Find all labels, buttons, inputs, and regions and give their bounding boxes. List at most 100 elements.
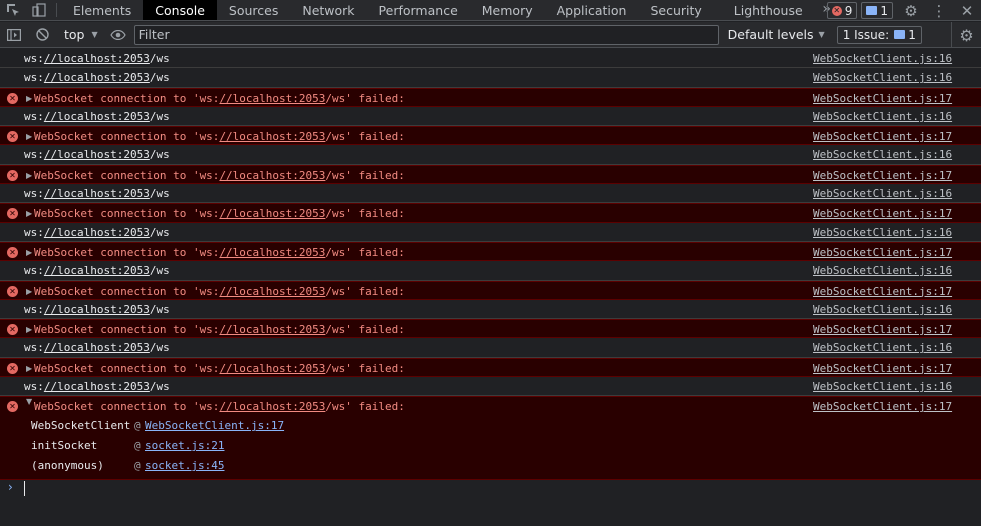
at-symbol: @ [134, 439, 141, 453]
clear-console-icon[interactable] [28, 22, 56, 48]
source-link[interactable]: WebSocketClient.js:16 [813, 184, 952, 203]
error-message: WebSocket connection to 'ws://localhost:… [34, 243, 405, 262]
tab-security[interactable]: Security [638, 0, 713, 20]
frame-source-link[interactable]: socket.js:21 [145, 436, 224, 456]
frame-source-link[interactable]: WebSocketClient.js:17 [145, 416, 284, 436]
sidebar-toggle-icon[interactable] [0, 22, 28, 48]
tab-console[interactable]: Console [143, 0, 217, 20]
ws-url-link[interactable]: //localhost:2053 [44, 148, 150, 161]
ws-url-link[interactable]: //localhost:2053 [219, 400, 325, 413]
source-link[interactable]: WebSocketClient.js:16 [813, 68, 952, 87]
ws-url-link[interactable]: //localhost:2053 [219, 130, 325, 143]
ws-url-link[interactable]: //localhost:2053 [219, 323, 325, 336]
error-icon: ✕ [7, 131, 18, 143]
error-suffix: /ws' failed: [325, 284, 405, 298]
expand-triangle-icon[interactable]: ▶ [26, 204, 32, 223]
console-error-row[interactable]: ✕ ▶ WebSocket connection to 'ws://localhos… [0, 280, 981, 301]
tab-sources[interactable]: Sources [217, 0, 290, 20]
source-link[interactable]: WebSocketClient.js:17 [813, 320, 952, 339]
console-error-row[interactable]: ✕ ▶ WebSocket connection to 'ws://localhos… [0, 126, 981, 146]
ws-url-link[interactable]: //localhost:2053 [44, 380, 150, 393]
ws-url-link[interactable]: //localhost:2053 [219, 169, 325, 182]
ws-url-link[interactable]: //localhost:2053 [44, 264, 150, 277]
console-settings-gear-icon[interactable]: ⚙ [951, 22, 981, 48]
source-link[interactable]: WebSocketClient.js:16 [813, 377, 952, 396]
ws-url-link[interactable]: //localhost:2053 [219, 92, 325, 105]
console-error-row[interactable]: ✕ ▶ WebSocket connection to 'ws://localhos… [0, 203, 981, 223]
console-error-row[interactable]: ✕ ▶ WebSocket connection to 'ws://localhos… [0, 319, 981, 339]
source-link[interactable]: WebSocketClient.js:17 [813, 127, 952, 146]
source-link[interactable]: WebSocketClient.js:17 [813, 282, 952, 301]
tab-lighthouse[interactable]: Lighthouse [714, 0, 815, 20]
source-link[interactable]: WebSocketClient.js:16 [813, 223, 952, 242]
source-link[interactable]: WebSocketClient.js:17 [813, 243, 952, 262]
error-prefix: WebSocket connection to 'ws: [34, 323, 220, 337]
device-toolbar-icon[interactable] [26, 0, 52, 20]
error-message: WebSocket connection to 'ws://localhost:… [34, 282, 405, 301]
error-prefix: WebSocket connection to 'ws: [34, 168, 220, 182]
tab-application[interactable]: Application [545, 0, 639, 20]
error-message: WebSocket connection to 'ws://localhost:… [34, 166, 405, 185]
tab-network[interactable]: Network [290, 0, 366, 20]
error-message: WebSocket connection to 'ws://localhost:… [34, 397, 405, 416]
message-icon [866, 6, 878, 15]
settings-gear-icon[interactable]: ⚙ [897, 0, 925, 21]
tab-memory[interactable]: Memory [470, 0, 545, 20]
expand-triangle-icon[interactable]: ▶ [26, 89, 32, 108]
close-devtools-icon[interactable]: ✕ [953, 0, 981, 21]
console-error-row[interactable]: ✕ ▶ WebSocket connection to 'ws://localhos… [0, 241, 981, 262]
ws-url-link[interactable]: //localhost:2053 [219, 207, 325, 220]
ws-url-link[interactable]: //localhost:2053 [44, 71, 150, 84]
expand-triangle-icon[interactable]: ▶ [26, 320, 32, 339]
live-expression-eye-icon[interactable] [104, 22, 132, 48]
ws-url-link[interactable]: //localhost:2053 [44, 110, 150, 123]
source-link[interactable]: WebSocketClient.js:16 [813, 261, 952, 280]
ws-url-link[interactable]: //localhost:2053 [219, 246, 325, 259]
source-link[interactable]: WebSocketClient.js:16 [813, 300, 952, 319]
ws-url-link[interactable]: //localhost:2053 [44, 303, 150, 316]
expand-triangle-icon[interactable]: ▶ [26, 243, 32, 262]
source-link[interactable]: WebSocketClient.js:16 [813, 107, 952, 126]
log-levels-label: Default levels [727, 27, 814, 42]
ws-url-link[interactable]: //localhost:2053 [44, 52, 150, 65]
ws-url-link[interactable]: //localhost:2053 [219, 362, 325, 375]
kebab-menu-icon[interactable]: ⋮ [925, 0, 953, 21]
ws-url-link[interactable]: //localhost:2053 [44, 187, 150, 200]
console-prompt[interactable]: › [0, 478, 981, 500]
expand-triangle-icon[interactable]: ▶ [26, 127, 32, 146]
source-link[interactable]: WebSocketClient.js:17 [813, 89, 952, 108]
collapse-triangle-icon[interactable]: ▼ [26, 397, 32, 406]
error-suffix: /ws' failed: [325, 207, 405, 221]
source-link[interactable]: WebSocketClient.js:17 [813, 204, 952, 223]
ws-url-link[interactable]: //localhost:2053 [44, 226, 150, 239]
prompt-chevron-icon: › [8, 480, 13, 494]
expanded-error-row[interactable]: ✕ ▼ WebSocket connection to 'ws://localhos… [0, 396, 981, 481]
source-link[interactable]: WebSocketClient.js:16 [813, 338, 952, 357]
error-icon: ✕ [7, 92, 18, 104]
source-link[interactable]: WebSocketClient.js:17 [813, 397, 952, 416]
source-link[interactable]: WebSocketClient.js:16 [813, 49, 952, 68]
console-error-row[interactable]: ✕ ▶ WebSocket connection to 'ws://localhos… [0, 164, 981, 185]
expand-triangle-icon[interactable]: ▶ [26, 166, 32, 185]
log-message: ws://localhost:2053/ws [24, 223, 170, 242]
ws-url-link[interactable]: //localhost:2053 [44, 341, 150, 354]
source-link[interactable]: WebSocketClient.js:17 [813, 166, 952, 185]
message-count-badge[interactable]: 1 [861, 2, 893, 19]
console-error-row[interactable]: ✕ ▶ WebSocket connection to 'ws://localhos… [0, 87, 981, 108]
tab-elements[interactable]: Elements [61, 0, 143, 20]
expand-triangle-icon[interactable]: ▶ [26, 359, 32, 378]
log-levels-dropdown[interactable]: Default levels ▼ [722, 27, 831, 42]
ws-url-link[interactable]: //localhost:2053 [219, 285, 325, 298]
issues-button[interactable]: 1 Issue: 1 [836, 25, 922, 44]
inspect-element-icon[interactable] [0, 0, 26, 20]
context-selector[interactable]: top ▼ [56, 27, 104, 42]
source-link[interactable]: WebSocketClient.js:16 [813, 145, 952, 164]
tab-performance[interactable]: Performance [367, 0, 470, 20]
expand-triangle-icon[interactable]: ▶ [26, 282, 32, 301]
frame-source-link[interactable]: socket.js:45 [145, 456, 224, 476]
source-link[interactable]: WebSocketClient.js:17 [813, 359, 952, 378]
error-count-badge[interactable]: ✕ 9 [826, 2, 858, 19]
console-error-row[interactable]: ✕ ▶ WebSocket connection to 'ws://localhos… [0, 357, 981, 378]
console-log-row: ws://localhost:2053/ws WebSocketClient.js… [0, 184, 981, 204]
filter-input[interactable] [133, 24, 719, 45]
